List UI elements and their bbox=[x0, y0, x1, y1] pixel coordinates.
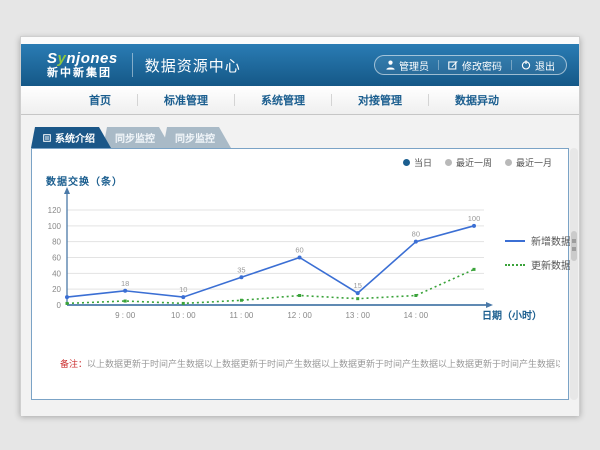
svg-text:80: 80 bbox=[52, 238, 61, 247]
legend-item-0: 新增数据 bbox=[505, 233, 571, 248]
nav-item-0[interactable]: 首页 bbox=[63, 92, 137, 108]
svg-text:80: 80 bbox=[412, 230, 420, 239]
tab-2[interactable]: 同步监控 bbox=[163, 127, 231, 148]
nav-item-4[interactable]: 数据异动 bbox=[429, 92, 525, 108]
app-window: Synjones 新中新集团 数据资源中心 管理员 修改密码 退出 首页标准管理… bbox=[20, 36, 580, 415]
svg-text:9 : 00: 9 : 00 bbox=[115, 311, 136, 320]
logo-chinese: 新中新集团 bbox=[47, 68, 118, 79]
app-header: Synjones 新中新集团 数据资源中心 管理员 修改密码 退出 bbox=[21, 44, 579, 86]
x-axis-title: 日期（小时） bbox=[482, 307, 542, 322]
svg-text:10: 10 bbox=[179, 285, 187, 294]
logo-english: Synjones bbox=[47, 51, 118, 66]
svg-text:40: 40 bbox=[52, 269, 61, 278]
svg-text:18: 18 bbox=[121, 279, 129, 288]
svg-text:15: 15 bbox=[354, 281, 362, 290]
svg-text:12 : 00: 12 : 00 bbox=[287, 311, 312, 320]
nav-item-1[interactable]: 标准管理 bbox=[138, 92, 234, 108]
legend-item-1: 更新数据 bbox=[505, 257, 571, 272]
user-toolbar: 管理员 修改密码 退出 bbox=[374, 55, 567, 75]
svg-text:14 : 00: 14 : 00 bbox=[404, 311, 429, 320]
svg-text:100: 100 bbox=[468, 214, 481, 223]
page-title: 数据资源中心 bbox=[145, 55, 241, 76]
time-filter-option-2[interactable]: 最近一月 bbox=[505, 156, 552, 169]
pill-separator bbox=[438, 60, 439, 70]
scrollbar-thumb[interactable] bbox=[571, 231, 577, 261]
content-panel: 当日最近一周最近一月 数据交换（条） 0204060801001209 : 00… bbox=[31, 148, 569, 400]
svg-text:11 : 00: 11 : 00 bbox=[229, 311, 253, 320]
line-chart: 0 20 40 60 80 100 120 9 : 00 10 : 00 11 : 00 12 : … bbox=[32, 185, 572, 360]
tab-label: 同步监控 bbox=[175, 130, 215, 145]
svg-text:60: 60 bbox=[295, 246, 303, 255]
footnote-label: 备注： bbox=[60, 359, 87, 369]
radio-label: 最近一月 bbox=[516, 156, 552, 169]
svg-text:13 : 00: 13 : 00 bbox=[345, 311, 370, 320]
legend-swatch bbox=[505, 264, 525, 266]
time-filter-group: 当日 最近一周 最近一月 bbox=[403, 156, 552, 169]
tab-1[interactable]: 同步监控 bbox=[103, 127, 171, 148]
tab-bar: 系统介绍 同步监控 同步监控 bbox=[31, 127, 231, 148]
time-filter-option-1[interactable]: 最近一周 bbox=[445, 156, 492, 169]
main-nav: 首页标准管理系统管理对接管理数据异动 bbox=[21, 86, 579, 115]
edit-icon bbox=[448, 60, 458, 70]
chart-legend: 新增数据更新数据 bbox=[505, 233, 571, 272]
logout-label: 退出 bbox=[535, 58, 555, 73]
radio-icon bbox=[505, 159, 512, 166]
svg-text:120: 120 bbox=[48, 206, 62, 215]
pill-separator bbox=[511, 60, 512, 70]
power-icon bbox=[521, 60, 531, 70]
svg-text:10 : 00: 10 : 00 bbox=[171, 311, 196, 320]
window-top-strip bbox=[21, 37, 579, 44]
svg-text:20: 20 bbox=[52, 285, 61, 294]
time-filter-option-0[interactable]: 当日 bbox=[403, 156, 432, 169]
logout-link[interactable]: 退出 bbox=[521, 58, 555, 73]
vertical-scrollbar[interactable] bbox=[570, 148, 578, 400]
document-icon bbox=[43, 134, 51, 142]
footnote-text: 以上数据更新于时间产生数据以上数据更新于时间产生数据以上数据更新于时间产生数据以… bbox=[87, 359, 560, 369]
nav-item-3[interactable]: 对接管理 bbox=[332, 92, 428, 108]
footnote: 备注：以上数据更新于时间产生数据以上数据更新于时间产生数据以上数据更新于时间产生… bbox=[60, 357, 560, 370]
header-divider bbox=[132, 53, 133, 77]
svg-text:35: 35 bbox=[237, 265, 245, 274]
legend-label: 新增数据 bbox=[531, 233, 571, 248]
radio-icon bbox=[445, 159, 452, 166]
tab-label: 同步监控 bbox=[115, 130, 155, 145]
nav-item-2[interactable]: 系统管理 bbox=[235, 92, 331, 108]
svg-text:100: 100 bbox=[48, 222, 62, 231]
radio-label: 当日 bbox=[414, 156, 432, 169]
synjones-logo: Synjones 新中新集团 bbox=[47, 51, 118, 79]
legend-label: 更新数据 bbox=[531, 257, 571, 272]
svg-text:0: 0 bbox=[57, 301, 62, 310]
tab-label: 系统介绍 bbox=[55, 130, 95, 145]
username-label: 管理员 bbox=[399, 58, 429, 73]
radio-icon bbox=[403, 159, 410, 166]
content-area: 系统介绍同步监控同步监控 当日最近一周最近一月 数据交换（条） 02040608… bbox=[21, 115, 579, 416]
radio-label: 最近一周 bbox=[456, 156, 492, 169]
tab-0[interactable]: 系统介绍 bbox=[31, 127, 111, 148]
legend-swatch bbox=[505, 240, 525, 242]
change-password-link[interactable]: 修改密码 bbox=[448, 58, 502, 73]
person-icon bbox=[386, 60, 395, 70]
current-user[interactable]: 管理员 bbox=[386, 58, 429, 73]
change-password-label: 修改密码 bbox=[462, 58, 502, 73]
svg-text:60: 60 bbox=[52, 254, 61, 263]
